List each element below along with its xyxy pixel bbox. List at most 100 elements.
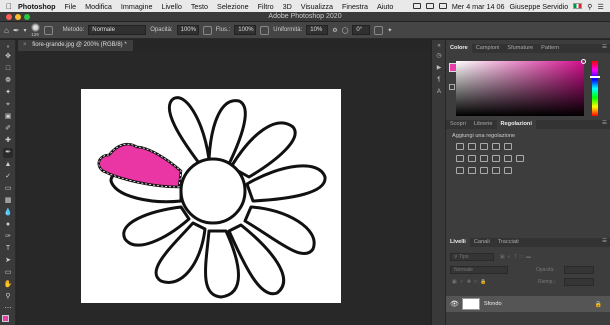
tab-canali[interactable]: Canali bbox=[470, 238, 494, 247]
menu-file[interactable]: File bbox=[65, 2, 77, 11]
hand-tool-icon[interactable]: ✋ bbox=[3, 280, 13, 290]
menu-filtro[interactable]: Filtro bbox=[258, 2, 274, 11]
toolbar-collapse-icon[interactable]: » bbox=[3, 42, 13, 52]
blend-mode-select[interactable]: Normale bbox=[450, 266, 508, 274]
eraser-tool-icon[interactable]: ▭ bbox=[3, 184, 13, 194]
hue-saturation-icon[interactable] bbox=[456, 155, 464, 162]
close-document-icon[interactable]: × bbox=[23, 42, 27, 48]
shape-tool-icon[interactable]: ▭ bbox=[3, 268, 13, 278]
tab-regolazioni[interactable]: Regolazioni bbox=[496, 120, 536, 129]
brightness-contrast-icon[interactable] bbox=[456, 143, 464, 150]
italian-flag-icon[interactable] bbox=[573, 3, 583, 9]
hue-slider-handle[interactable] bbox=[590, 76, 600, 78]
web-color-warning-icon[interactable] bbox=[449, 84, 455, 90]
hue-slider[interactable] bbox=[590, 61, 600, 116]
brush-preset-picker[interactable]: 129 bbox=[30, 23, 40, 37]
menu-finestra[interactable]: Finestra bbox=[342, 2, 368, 11]
frame-tool-icon[interactable]: ▣ bbox=[3, 112, 13, 122]
history-brush-tool-icon[interactable]: ✓ bbox=[3, 172, 13, 182]
gradient-map-icon[interactable] bbox=[492, 167, 500, 174]
smoothing-input[interactable]: 10% bbox=[306, 25, 329, 35]
healing-brush-tool-icon[interactable]: ✚ bbox=[3, 136, 13, 146]
path-selection-tool-icon[interactable]: ➤ bbox=[3, 256, 13, 266]
dodge-tool-icon[interactable]: ● bbox=[3, 220, 13, 230]
user-name[interactable]: Giuseppe Servidio bbox=[510, 2, 569, 11]
opacity-input[interactable]: 100% bbox=[176, 25, 199, 35]
tab-sfumature[interactable]: Sfumature bbox=[503, 44, 537, 53]
layer-filter-icons[interactable]: ▣◐T□▬ bbox=[500, 254, 534, 260]
screen-mirroring-icon[interactable] bbox=[412, 3, 421, 9]
tab-pattern[interactable]: Pattern bbox=[537, 44, 563, 53]
brush-tool-icon[interactable]: ✒ bbox=[3, 148, 13, 158]
black-white-icon[interactable] bbox=[480, 155, 488, 162]
layer-visibility-eye-icon[interactable]: 👁 bbox=[450, 300, 459, 308]
lock-options[interactable]: ▣✓✚□🔒 bbox=[452, 279, 489, 285]
panel-menu-icon[interactable]: ☰ bbox=[602, 44, 610, 53]
chevron-down-icon[interactable]: ▾ bbox=[24, 27, 27, 34]
home-icon[interactable]: ⌂ bbox=[4, 26, 9, 35]
selective-color-icon[interactable] bbox=[504, 167, 512, 174]
clock[interactable]: Mer 4 mar 14 06 bbox=[452, 2, 505, 11]
posterize-icon[interactable] bbox=[468, 167, 476, 174]
more-tools-icon[interactable]: ⋯ bbox=[3, 304, 13, 314]
app-menu-photoshop[interactable]: Photoshop bbox=[18, 2, 56, 11]
wifi-icon[interactable] bbox=[438, 3, 447, 9]
tab-tracciati[interactable]: Tracciati bbox=[494, 238, 523, 247]
move-tool-icon[interactable]: ✥ bbox=[3, 52, 13, 62]
pressure-opacity-icon[interactable] bbox=[202, 25, 212, 35]
layer-opacity-input[interactable] bbox=[564, 266, 594, 274]
photo-filter-icon[interactable] bbox=[492, 155, 500, 162]
brush-settings-icon[interactable] bbox=[43, 25, 53, 35]
flow-input[interactable]: 100% bbox=[234, 25, 257, 35]
history-icon[interactable]: ◷ bbox=[435, 52, 443, 60]
menu-testo[interactable]: Testo bbox=[191, 2, 208, 11]
close-window-button[interactable] bbox=[6, 14, 12, 20]
menu-modifica[interactable]: Modifica bbox=[85, 2, 112, 11]
layer-row-sfondo[interactable]: 👁 Sfondo 🔒 bbox=[446, 296, 610, 312]
menu-aiuto[interactable]: Aiuto bbox=[377, 2, 393, 11]
eyedropper-tool-icon[interactable]: ✐ bbox=[3, 124, 13, 134]
invert-icon[interactable] bbox=[456, 167, 464, 174]
smoothing-settings-gear-icon[interactable]: ⚙ bbox=[332, 27, 337, 34]
character-icon[interactable]: A bbox=[435, 88, 443, 96]
angle-icon[interactable]: ◯ bbox=[342, 27, 349, 34]
menu-visualizza[interactable]: Visualizza bbox=[301, 2, 333, 11]
lasso-tool-icon[interactable]: ❁ bbox=[3, 76, 13, 86]
tab-livelli[interactable]: Livelli bbox=[446, 238, 470, 247]
tab-scopri[interactable]: Scopri bbox=[446, 120, 470, 129]
menu-3d[interactable]: 3D bbox=[283, 2, 292, 11]
search-icon[interactable]: ⚲ bbox=[587, 2, 592, 11]
gradient-tool-icon[interactable]: ▩ bbox=[3, 196, 13, 206]
tab-librerie[interactable]: Librerie bbox=[470, 120, 497, 129]
mode-select[interactable]: Normale bbox=[88, 25, 147, 35]
angle-input[interactable]: 0° bbox=[352, 25, 371, 35]
document-tab[interactable]: × fiore-grande.jpg @ 200% (RGB/8) * bbox=[18, 40, 133, 51]
airbrush-icon[interactable] bbox=[260, 25, 270, 35]
levels-icon[interactable] bbox=[468, 143, 476, 150]
collapse-panels-icon[interactable]: « bbox=[435, 42, 443, 50]
color-balance-icon[interactable] bbox=[468, 155, 476, 162]
panel-menu-icon[interactable]: ☰ bbox=[602, 238, 610, 247]
zoom-tool-icon[interactable]: ⚲ bbox=[3, 292, 13, 302]
brush-tool-icon[interactable]: ✒ bbox=[13, 26, 20, 35]
minimize-window-button[interactable] bbox=[15, 14, 21, 20]
vibrance-icon[interactable] bbox=[504, 143, 512, 150]
blur-tool-icon[interactable]: 💧 bbox=[3, 208, 13, 218]
paragraph-icon[interactable]: ¶ bbox=[435, 76, 443, 84]
symmetry-icon[interactable]: ✦ bbox=[387, 27, 392, 34]
foreground-color-swatch[interactable] bbox=[2, 315, 9, 322]
tab-colore[interactable]: Colore bbox=[446, 44, 472, 53]
apple-menu-icon[interactable]:  bbox=[0, 2, 18, 11]
play-actions-icon[interactable]: ▶ bbox=[435, 64, 443, 72]
layer-fill-input[interactable] bbox=[564, 278, 594, 286]
zoom-window-button[interactable] bbox=[24, 14, 30, 20]
battery-icon[interactable] bbox=[425, 3, 434, 9]
clone-stamp-tool-icon[interactable]: ▲ bbox=[3, 160, 13, 170]
pen-tool-icon[interactable]: ✑ bbox=[3, 232, 13, 242]
crop-tool-icon[interactable]: ⌖ bbox=[3, 100, 13, 110]
curves-icon[interactable] bbox=[480, 143, 488, 150]
color-lookup-icon[interactable] bbox=[516, 155, 524, 162]
color-picker-cursor[interactable] bbox=[581, 59, 586, 64]
channel-mixer-icon[interactable] bbox=[504, 155, 512, 162]
pressure-size-icon[interactable] bbox=[374, 25, 384, 35]
